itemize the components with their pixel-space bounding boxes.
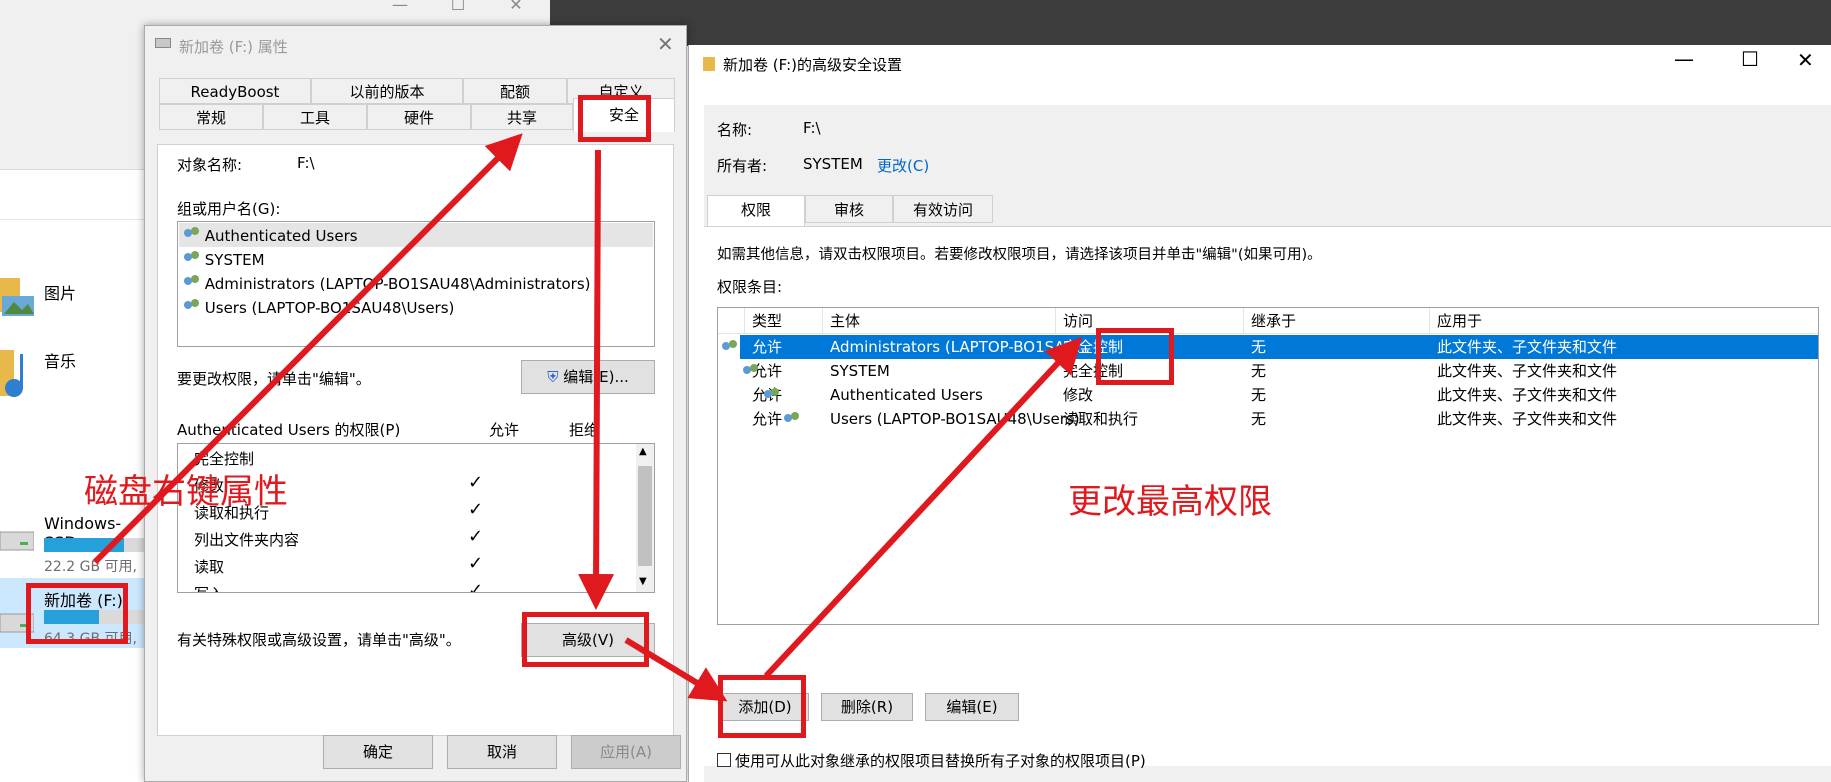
arrow-to-advanced [578, 149, 615, 610]
annotation-arrows [92, 133, 1083, 702]
annotation-change-permission: 更改最高权限 [1068, 482, 1272, 522]
arrow-to-add [624, 637, 728, 702]
annotation-disk-properties: 磁盘右键属性 [84, 472, 288, 512]
arrow-to-full-control [763, 336, 1083, 679]
